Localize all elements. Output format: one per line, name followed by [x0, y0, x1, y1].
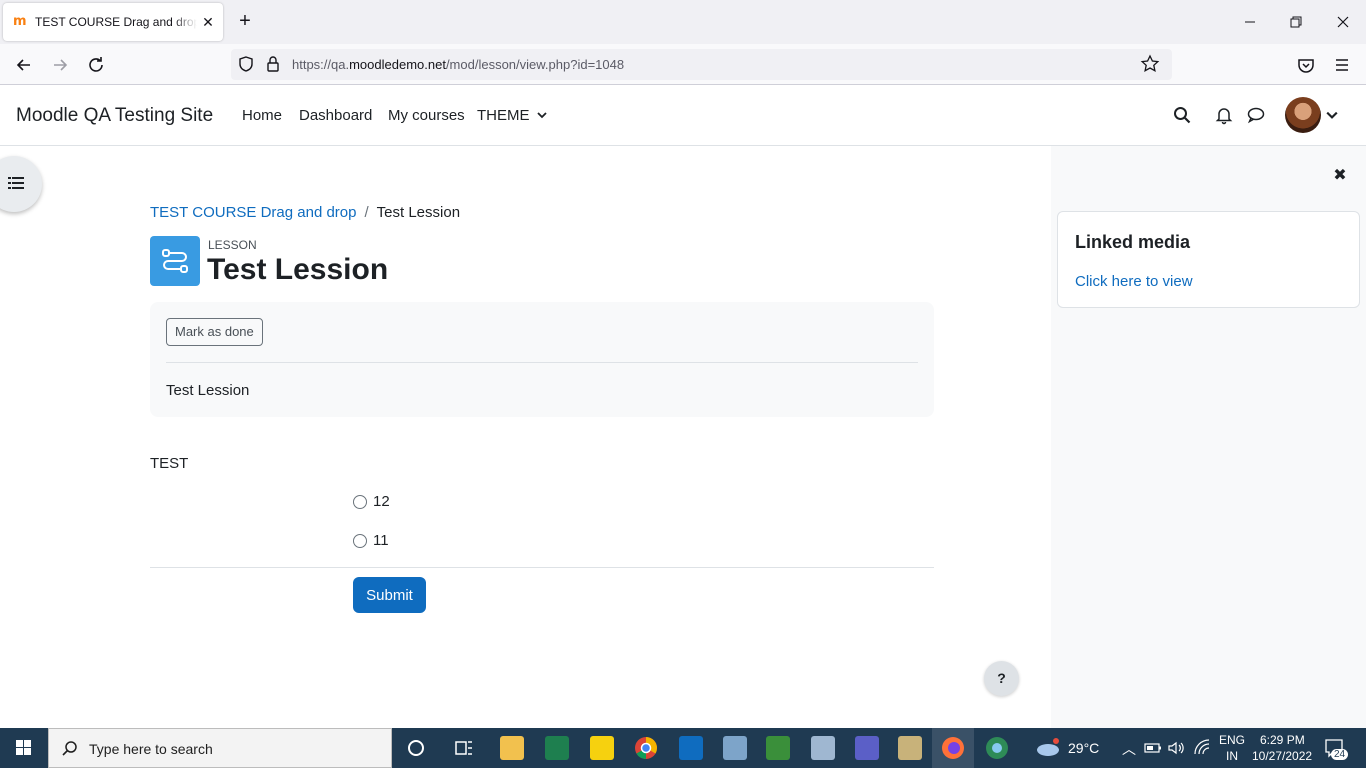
nav-theme-label: THEME	[477, 107, 530, 124]
user-menu-chevron-down-icon[interactable]	[1326, 109, 1338, 121]
show-hidden-icons-chevron-icon[interactable]: ︿	[1122, 739, 1136, 759]
language-indicator-top[interactable]: ENG	[1219, 733, 1245, 747]
tracking-shield-icon[interactable]	[237, 55, 255, 73]
module-type-label: LESSON	[208, 238, 257, 252]
breadcrumb: TEST COURSE Drag and drop / Test Lession	[150, 204, 460, 221]
lock-icon[interactable]	[265, 55, 281, 73]
excel-icon[interactable]	[545, 736, 569, 760]
answer-radio-1[interactable]	[353, 494, 367, 509]
list-icon	[8, 177, 24, 189]
taskbar-search-box[interactable]: Type here to search	[48, 728, 392, 768]
block-link[interactable]: Click here to view	[1075, 273, 1193, 290]
question-text: TEST	[150, 455, 189, 472]
pocket-icon[interactable]	[1293, 52, 1319, 78]
answer-option-2[interactable]: 11	[353, 532, 389, 549]
file-explorer-icon[interactable]	[500, 736, 524, 760]
teams-icon[interactable]	[855, 736, 879, 760]
bookmark-star-icon[interactable]	[1140, 54, 1160, 74]
restore-button[interactable]	[1284, 10, 1308, 34]
nav-dashboard[interactable]: Dashboard	[299, 107, 372, 124]
lesson-activity-icon	[150, 236, 200, 286]
globe-app-icon[interactable]	[985, 736, 1009, 760]
paint-icon[interactable]	[898, 736, 922, 760]
taskbar-search-placeholder: Type here to search	[89, 741, 213, 757]
breadcrumb-current: Test Lession	[376, 204, 461, 221]
answer-radio-2[interactable]	[353, 533, 367, 548]
new-tab-button[interactable]: +	[234, 10, 256, 32]
moodle-favicon-icon: m	[13, 14, 27, 29]
volume-icon[interactable]	[1167, 736, 1187, 760]
notification-bell-icon[interactable]	[1214, 105, 1234, 125]
browser-tab-title: TEST COURSE Drag and drop: Test Lession	[35, 15, 197, 29]
messages-icon[interactable]	[1246, 105, 1266, 125]
form-divider	[150, 567, 934, 568]
block-title: Linked media	[1075, 232, 1191, 252]
linked-media-block: Linked media Click here to view	[1057, 211, 1360, 308]
forward-button[interactable]	[47, 52, 73, 78]
server-app-icon[interactable]	[723, 736, 747, 760]
answer-option-1[interactable]: 12	[353, 493, 390, 510]
clock-time[interactable]: 6:29 PM	[1260, 733, 1305, 747]
reload-button[interactable]	[83, 52, 109, 78]
clock-date[interactable]: 10/27/2022	[1252, 749, 1312, 763]
user-avatar[interactable]	[1285, 97, 1321, 133]
nav-theme[interactable]: THEME	[477, 107, 547, 124]
notification-count-badge: 24	[1331, 749, 1349, 760]
moodle-header: Moodle QA Testing Site Home Dashboard My…	[0, 85, 1366, 146]
activity-header-box: Mark as done Test Lession	[150, 302, 934, 417]
browser-tab-bar: m TEST COURSE Drag and drop: Test Lessio…	[0, 0, 1366, 44]
wifi-icon[interactable]	[1192, 736, 1212, 760]
site-name[interactable]: Moodle QA Testing Site	[16, 105, 213, 127]
browser-tab[interactable]: m TEST COURSE Drag and drop: Test Lessio…	[3, 3, 223, 41]
windows-taskbar: Type here to search 29°C ︿ ENG IN 6:29 P…	[0, 728, 1366, 768]
weather-cloud-icon[interactable]	[1035, 736, 1061, 760]
task-view-icon[interactable]	[452, 736, 476, 760]
minimize-button[interactable]	[1238, 10, 1262, 34]
address-bar[interactable]: https://qa.moodledemo.net/mod/lesson/vie…	[231, 49, 1172, 80]
sticky-notes-icon[interactable]	[590, 736, 614, 760]
outlook-icon[interactable]	[679, 736, 703, 760]
chrome-icon[interactable]	[634, 736, 658, 760]
language-indicator-bottom[interactable]: IN	[1226, 749, 1238, 763]
battery-icon[interactable]	[1144, 736, 1162, 760]
start-button[interactable]	[0, 728, 48, 768]
windows-logo-icon	[16, 740, 31, 755]
nav-my-courses[interactable]: My courses	[388, 107, 465, 124]
page-title: Test Lession	[207, 253, 389, 286]
project-app-icon[interactable]	[766, 736, 790, 760]
chevron-down-icon	[537, 112, 547, 119]
nav-home[interactable]: Home	[242, 107, 282, 124]
window-close-button[interactable]	[1331, 10, 1355, 34]
breadcrumb-separator: /	[364, 204, 369, 221]
answer-label-2[interactable]: 11	[373, 532, 389, 549]
submit-button[interactable]: Submit	[353, 577, 426, 613]
search-icon[interactable]	[1172, 105, 1192, 125]
answer-label-1[interactable]: 12	[373, 493, 390, 510]
browser-nav-bar: https://qa.moodledemo.net/mod/lesson/vie…	[0, 44, 1366, 85]
firefox-icon[interactable]	[941, 736, 965, 760]
close-drawer-icon[interactable]: ✖	[1330, 166, 1350, 186]
tab-close-icon[interactable]: ✕	[201, 14, 215, 31]
app-menu-icon[interactable]	[1329, 52, 1355, 78]
activity-divider	[166, 362, 918, 363]
breadcrumb-course-link[interactable]: TEST COURSE Drag and drop	[150, 204, 356, 221]
mark-as-done-button[interactable]: Mark as done	[166, 318, 263, 346]
back-button[interactable]	[11, 52, 37, 78]
url-text: https://qa.moodledemo.net/mod/lesson/vie…	[292, 57, 625, 72]
remote-desktop-icon[interactable]	[811, 736, 835, 760]
search-icon	[62, 741, 77, 756]
activity-description: Test Lession	[166, 382, 250, 399]
cortana-icon[interactable]	[404, 736, 428, 760]
weather-temperature[interactable]: 29°C	[1068, 740, 1099, 756]
course-index-toggle[interactable]	[0, 156, 42, 212]
help-button[interactable]: ?	[984, 661, 1019, 696]
